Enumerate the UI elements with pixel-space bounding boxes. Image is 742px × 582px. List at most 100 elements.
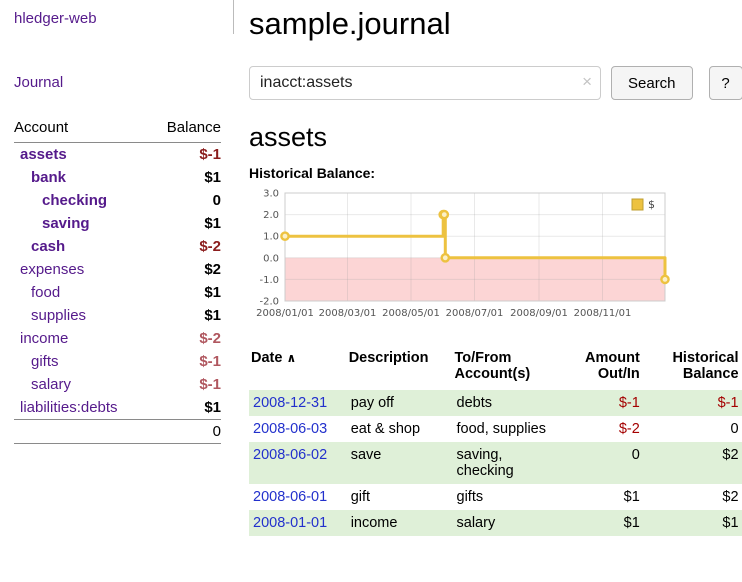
account-row: bank $1 bbox=[14, 166, 221, 189]
transaction-description: gift bbox=[347, 484, 453, 510]
transaction-date-link[interactable]: 2008-06-03 bbox=[253, 421, 327, 437]
register-header-date[interactable]: Date ∧ bbox=[249, 348, 347, 390]
svg-text:$: $ bbox=[648, 198, 655, 211]
journal-title: sample.journal bbox=[249, 6, 742, 42]
transaction-amount: $1 bbox=[556, 484, 644, 510]
transaction-date-link[interactable]: 2008-12-31 bbox=[253, 395, 327, 411]
accounts-total: 0 bbox=[14, 420, 221, 444]
account-balance: $1 bbox=[150, 304, 221, 327]
transaction-accounts: food, supplies bbox=[453, 416, 557, 442]
account-link[interactable]: checking bbox=[42, 192, 107, 209]
account-link[interactable]: liabilities:debts bbox=[20, 399, 118, 416]
transaction-amount: 0 bbox=[556, 442, 644, 484]
account-balance: 0 bbox=[150, 189, 221, 212]
account-row: gifts $-1 bbox=[14, 350, 221, 373]
brand-link[interactable]: hledger-web bbox=[14, 10, 97, 27]
transaction-amount: $-1 bbox=[556, 390, 644, 416]
register-header-description: Description bbox=[347, 348, 453, 390]
nav-journal-link[interactable]: Journal bbox=[14, 74, 63, 91]
register-header-date-label: Date bbox=[251, 350, 282, 366]
account-balance: $-1 bbox=[150, 143, 221, 167]
transaction-accounts: salary bbox=[453, 510, 557, 536]
sort-ascending-icon: ∧ bbox=[286, 351, 296, 365]
account-link[interactable]: gifts bbox=[31, 353, 59, 370]
transaction-amount: $-2 bbox=[556, 416, 644, 442]
account-link[interactable]: income bbox=[20, 330, 68, 347]
account-row: cash $-2 bbox=[14, 235, 221, 258]
sidebar: hledger-web Journal Account Balance asse… bbox=[0, 0, 233, 582]
register-row: 2008-06-02 save saving, checking 0 $2 bbox=[249, 442, 742, 484]
register-header-amount: Amount Out/In bbox=[556, 348, 644, 390]
account-link[interactable]: assets bbox=[20, 146, 67, 163]
account-link[interactable]: food bbox=[31, 284, 60, 301]
account-row: income $-2 bbox=[14, 327, 221, 350]
account-link[interactable]: bank bbox=[31, 169, 66, 186]
account-balance: $-1 bbox=[150, 373, 221, 396]
transaction-description: income bbox=[347, 510, 453, 536]
register-header-balance: Historical Balance bbox=[644, 348, 742, 390]
svg-text:2008/09/01: 2008/09/01 bbox=[510, 308, 568, 319]
account-balance: $-1 bbox=[150, 350, 221, 373]
transaction-description: eat & shop bbox=[347, 416, 453, 442]
clear-search-icon[interactable]: × bbox=[582, 73, 592, 91]
transaction-date-link[interactable]: 2008-06-01 bbox=[253, 489, 327, 505]
account-balance: $1 bbox=[150, 212, 221, 235]
svg-text:2008/11/01: 2008/11/01 bbox=[574, 308, 632, 319]
svg-text:0.0: 0.0 bbox=[263, 253, 279, 264]
chart-title: Historical Balance: bbox=[249, 165, 742, 181]
account-row: food $1 bbox=[14, 281, 221, 304]
historical-balance-chart: 2008/01/012008/03/012008/05/012008/07/01… bbox=[249, 185, 742, 334]
account-row: salary $-1 bbox=[14, 373, 221, 396]
transaction-balance: $2 bbox=[644, 442, 742, 484]
account-link[interactable]: salary bbox=[31, 376, 71, 393]
account-row: supplies $1 bbox=[14, 304, 221, 327]
accounts-total-row: 0 bbox=[14, 420, 221, 444]
account-link[interactable]: supplies bbox=[31, 307, 86, 324]
help-button[interactable]: ? bbox=[709, 66, 742, 100]
transaction-accounts: debts bbox=[453, 390, 557, 416]
register-row: 2008-12-31 pay off debts $-1 $-1 bbox=[249, 390, 742, 416]
transaction-accounts: saving, checking bbox=[453, 442, 557, 484]
svg-text:1.0: 1.0 bbox=[263, 232, 279, 243]
register-row: 2008-01-01 income salary $1 $1 bbox=[249, 510, 742, 536]
accounts-table: Account Balance assets $-1 bank $1 check… bbox=[14, 116, 221, 444]
svg-text:2008/07/01: 2008/07/01 bbox=[446, 308, 504, 319]
accounts-header-row: Account Balance bbox=[14, 116, 221, 143]
account-balance: $1 bbox=[150, 281, 221, 304]
svg-text:-1.0: -1.0 bbox=[259, 275, 279, 286]
transaction-balance: $1 bbox=[644, 510, 742, 536]
transaction-amount: $1 bbox=[556, 510, 644, 536]
transaction-balance: $2 bbox=[644, 484, 742, 510]
transaction-date-link[interactable]: 2008-01-01 bbox=[253, 515, 327, 531]
svg-text:-2.0: -2.0 bbox=[259, 297, 279, 308]
svg-text:2008/03/01: 2008/03/01 bbox=[319, 308, 377, 319]
transaction-description: save bbox=[347, 442, 453, 484]
register-header-accounts: To/From Account(s) bbox=[453, 348, 557, 390]
svg-text:3.0: 3.0 bbox=[263, 189, 279, 200]
account-row: liabilities:debts $1 bbox=[14, 396, 221, 420]
transaction-date-link[interactable]: 2008-06-02 bbox=[253, 447, 327, 463]
app: hledger-web Journal Account Balance asse… bbox=[0, 0, 742, 582]
account-link[interactable]: cash bbox=[31, 238, 65, 255]
account-balance: $1 bbox=[150, 166, 221, 189]
account-balance: $2 bbox=[150, 258, 221, 281]
register-row: 2008-06-01 gift gifts $1 $2 bbox=[249, 484, 742, 510]
account-heading: assets bbox=[249, 122, 742, 153]
account-link[interactable]: expenses bbox=[20, 261, 84, 278]
account-link[interactable]: saving bbox=[42, 215, 90, 232]
accounts-header-account: Account bbox=[14, 116, 150, 143]
register-row: 2008-06-03 eat & shop food, supplies $-2… bbox=[249, 416, 742, 442]
transaction-description: pay off bbox=[347, 390, 453, 416]
balance-chart-svg: 2008/01/012008/03/012008/05/012008/07/01… bbox=[249, 185, 673, 329]
account-row: saving $1 bbox=[14, 212, 221, 235]
search-button[interactable]: Search bbox=[611, 66, 693, 100]
search-input[interactable] bbox=[249, 66, 601, 100]
svg-text:2008/05/01: 2008/05/01 bbox=[382, 308, 440, 319]
account-balance: $-2 bbox=[150, 235, 221, 258]
register-header-row: Date ∧ Description To/From Account(s) Am… bbox=[249, 348, 742, 390]
account-row: expenses $2 bbox=[14, 258, 221, 281]
account-balance: $1 bbox=[150, 396, 221, 420]
account-row: assets $-1 bbox=[14, 143, 221, 167]
account-row: checking 0 bbox=[14, 189, 221, 212]
main-content: sample.journal × Search ? assets Histori… bbox=[233, 0, 742, 582]
